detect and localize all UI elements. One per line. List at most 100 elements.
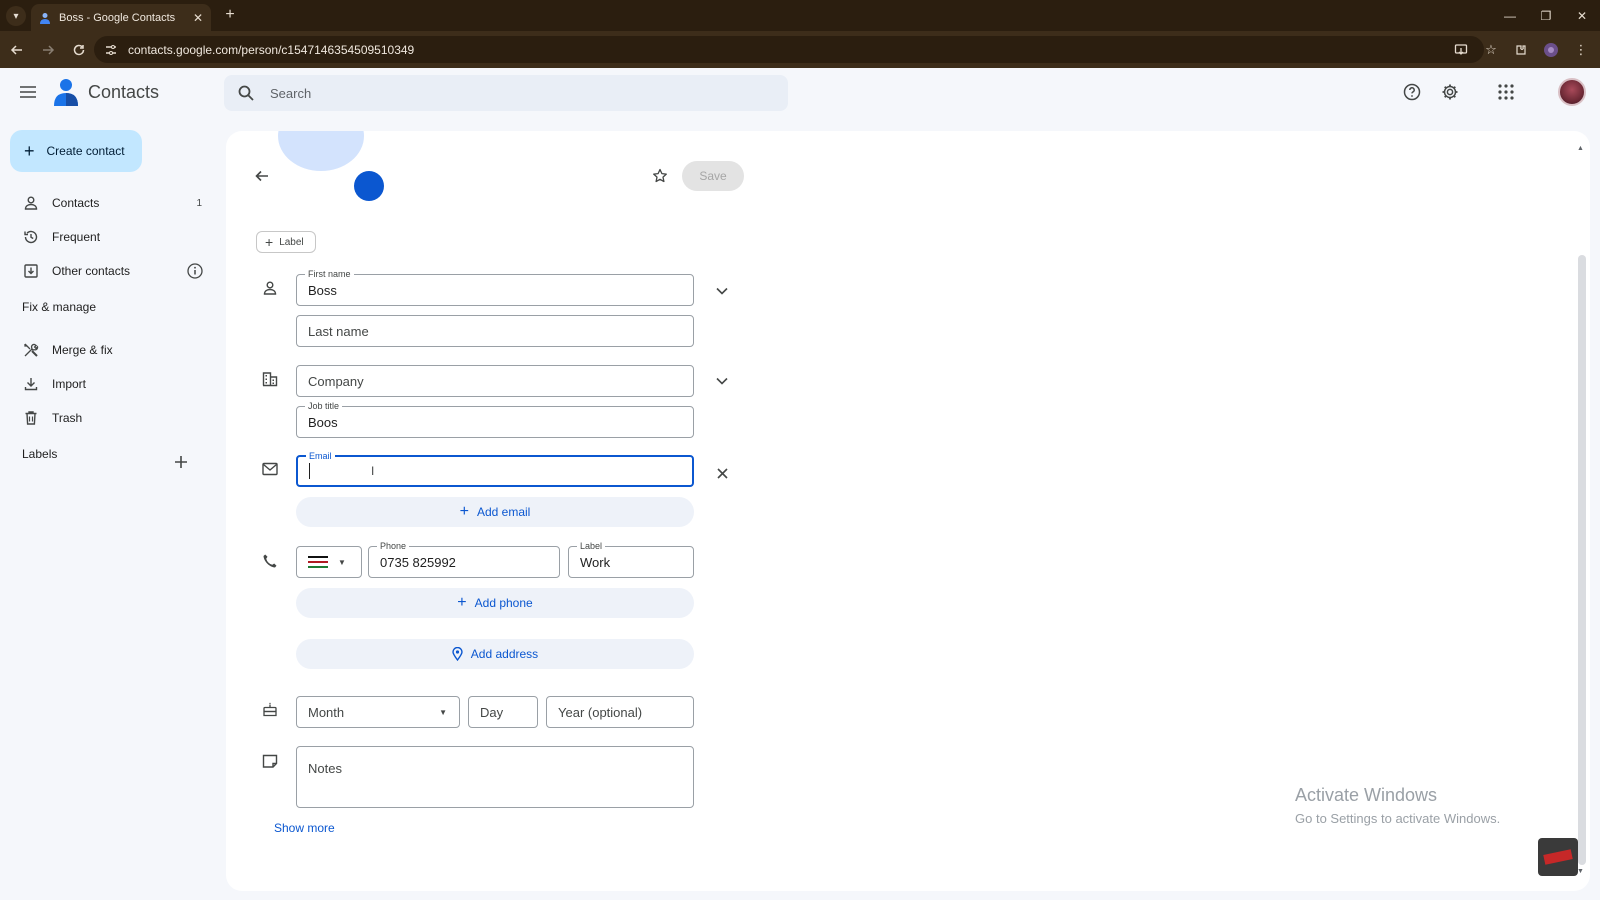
browser-toolbar: contacts.google.com/person/c154714635450… [0, 31, 1600, 68]
browser-tabbar: ▾ Boss - Google Contacts ✕ + — ❐ ✕ [0, 0, 1600, 31]
scroll-up-icon[interactable]: ▲ [1577, 145, 1584, 152]
address-bar[interactable]: contacts.google.com/person/c154714635450… [94, 36, 1484, 63]
ibeam-cursor-icon: I [371, 464, 375, 478]
scrollbar-thumb[interactable] [1578, 255, 1586, 865]
sidebar-item-contacts[interactable]: Contacts 1 [22, 191, 202, 215]
history-icon [22, 228, 40, 246]
apps-grid-icon[interactable] [1490, 76, 1522, 108]
birthday-month-select[interactable]: Month ▼ [296, 696, 460, 728]
back-nav-icon[interactable] [3, 36, 31, 64]
text-cursor [309, 463, 310, 479]
download-box-icon [22, 262, 40, 280]
contacts-favicon-icon [39, 12, 51, 24]
back-arrow-icon[interactable] [252, 166, 272, 186]
minimize-icon[interactable]: — [1492, 0, 1528, 31]
add-phone-button[interactable]: + Add phone [296, 588, 694, 618]
new-tab-icon[interactable]: + [220, 5, 240, 25]
page-scrollbar[interactable]: ▲ ▼ [1576, 145, 1586, 875]
sidebar-item-label: Trash [52, 411, 83, 425]
sidebar-item-other-contacts[interactable]: Other contacts [22, 259, 204, 283]
add-label-icon[interactable] [172, 453, 190, 471]
notes-placeholder: Notes [308, 761, 342, 776]
notes-icon [260, 751, 280, 771]
reload-icon[interactable] [65, 36, 93, 64]
tab-search-icon[interactable]: ▾ [6, 6, 26, 26]
plus-icon: + [459, 503, 469, 520]
add-email-button[interactable]: + Add email [296, 497, 694, 527]
first-name-value: Boss [308, 282, 337, 298]
phone-field[interactable]: Phone 0735 825992 [368, 541, 560, 578]
sidebar-item-frequent[interactable]: Frequent [22, 225, 202, 249]
last-name-field[interactable]: Last name [296, 315, 694, 347]
kenya-flag-icon [308, 555, 328, 569]
help-icon[interactable] [1396, 76, 1428, 108]
create-contact-button[interactable]: + Create contact [10, 130, 142, 172]
search-bar[interactable] [224, 75, 788, 111]
info-icon[interactable] [186, 262, 204, 280]
tools-icon [22, 341, 40, 359]
search-icon [238, 85, 254, 101]
clear-email-close-icon[interactable] [712, 463, 732, 483]
bookmark-star-icon[interactable]: ☆ [1478, 37, 1504, 63]
person-icon [22, 194, 40, 212]
job-title-field[interactable]: Job title Boos [296, 401, 694, 438]
favorite-star-icon[interactable] [650, 166, 670, 186]
labels-heading: Labels [22, 447, 58, 461]
person-outline-icon [260, 278, 280, 298]
create-contact-label: Create contact [46, 144, 125, 158]
toolbar-right: ☆ ⋮ [1448, 36, 1600, 63]
url-text: contacts.google.com/person/c154714635450… [128, 42, 415, 57]
location-pin-icon [452, 647, 463, 661]
plus-icon: + [265, 234, 274, 250]
forward-nav-icon[interactable] [34, 36, 62, 64]
photo-edit-icon[interactable] [354, 171, 384, 201]
phone-type-field[interactable]: Label Work [568, 541, 694, 578]
first-name-field[interactable]: First name Boss [296, 269, 694, 306]
search-input[interactable] [270, 85, 750, 101]
account-avatar[interactable] [1558, 78, 1586, 106]
window-close-icon[interactable]: ✕ [1564, 0, 1600, 31]
contact-photo[interactable] [278, 131, 364, 171]
plus-icon: + [457, 594, 467, 611]
tab-close-icon[interactable]: ✕ [193, 11, 203, 25]
sidebar-item-import[interactable]: Import [22, 372, 202, 396]
company-field[interactable]: Company [296, 365, 694, 397]
sidebar-item-label: Other contacts [52, 264, 131, 278]
phone-type-label: Label [577, 541, 606, 551]
extensions-icon[interactable] [1508, 37, 1534, 63]
install-app-icon[interactable] [1448, 37, 1474, 63]
contacts-count: 1 [196, 197, 202, 209]
birthday-cake-icon [260, 699, 280, 719]
sidebar-item-label: Import [52, 377, 87, 391]
notes-field[interactable]: Notes [296, 746, 694, 808]
download-icon [22, 375, 40, 393]
email-field[interactable]: Email I [296, 451, 694, 487]
save-button[interactable]: Save [682, 161, 744, 191]
mail-icon [260, 459, 280, 479]
add-label-chip[interactable]: + Label [256, 231, 316, 253]
country-code-selector[interactable]: ▼ [296, 546, 362, 578]
expand-name-chevron-down-icon[interactable] [712, 281, 732, 301]
add-address-button[interactable]: Add address [296, 639, 694, 669]
expand-company-chevron-down-icon[interactable] [712, 371, 732, 391]
site-settings-icon[interactable] [104, 43, 118, 57]
birthday-day-field[interactable]: Day [468, 696, 538, 728]
main-menu-icon[interactable] [16, 80, 40, 104]
browser-menu-icon[interactable]: ⋮ [1568, 37, 1594, 63]
company-placeholder: Company [308, 373, 364, 389]
profile-icon[interactable] [1538, 37, 1564, 63]
sidebar-item-label: Merge & fix [52, 343, 113, 357]
show-more-link[interactable]: Show more [274, 821, 335, 835]
add-address-label: Add address [470, 647, 539, 661]
restore-icon[interactable]: ❐ [1528, 0, 1564, 31]
birthday-year-field[interactable]: Year (optional) [546, 696, 694, 728]
sidebar-item-merge-fix[interactable]: Merge & fix [22, 338, 202, 362]
sidebar-item-trash[interactable]: Trash [22, 406, 202, 430]
settings-gear-icon[interactable] [1434, 76, 1466, 108]
job-title-value: Boos [308, 414, 338, 430]
plus-icon: + [24, 141, 35, 161]
sidebar-item-label: Contacts [52, 196, 100, 210]
browser-tab-active[interactable]: Boss - Google Contacts ✕ [31, 4, 211, 31]
scroll-down-icon[interactable]: ▼ [1577, 868, 1584, 875]
label-chip-text: Label [279, 236, 304, 248]
